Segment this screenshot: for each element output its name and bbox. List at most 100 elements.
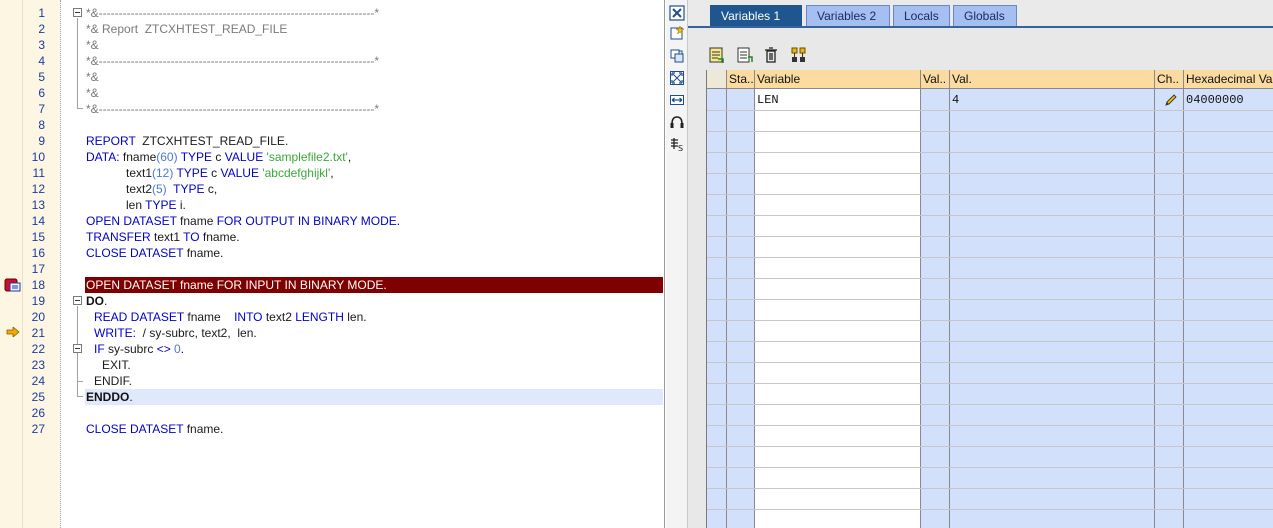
code-line-23[interactable]: 23 EXIT. <box>0 357 664 373</box>
variable-value-cell: 4 <box>952 93 960 107</box>
code-line-10[interactable]: 10 DATA: fname(60) TYPE c VALUE 'samplef… <box>0 149 664 165</box>
code-line-4[interactable]: 4 *&------------------------------------… <box>0 53 664 69</box>
code-line-11[interactable]: 11 text1(12) TYPE c VALUE 'abcdefghijkl'… <box>0 165 664 181</box>
code-line-12[interactable]: 12 text2(5) TYPE c, <box>0 181 664 197</box>
column-header[interactable]: Val. <box>950 70 1155 89</box>
code-text: WRITE: / sy-subrc, text2, len. <box>94 326 257 340</box>
insert-row-icon[interactable] <box>736 46 754 64</box>
code-text: len TYPE i. <box>126 198 186 212</box>
comment-text: *&--------------------------------------… <box>86 6 380 20</box>
code-line-24[interactable]: 24 ENDIF. <box>0 373 664 389</box>
row-divider <box>707 236 1273 237</box>
line-number: 9 <box>38 134 45 148</box>
tab-strip: Variables 1 Variables 2 Locals Globals <box>688 0 1273 28</box>
code-line-8[interactable]: 8 <box>0 117 664 133</box>
column-header[interactable]: Ch.. <box>1155 70 1184 89</box>
table-row[interactable]: LEN 4 04000000 <box>707 90 1273 110</box>
comment-text: *&--------------------------------------… <box>86 54 380 68</box>
close-icon[interactable] <box>669 5 685 21</box>
column-header[interactable]: Hexadecimal Value <box>1184 70 1273 89</box>
row-divider <box>707 110 1273 111</box>
code-text: CLOSE DATASET fname. <box>86 422 224 436</box>
variable-name-cell[interactable]: LEN <box>757 90 917 110</box>
code-line-5[interactable]: 5 *& <box>0 69 664 85</box>
tab-variables-2[interactable]: Variables 2 <box>806 5 890 26</box>
line-number: 6 <box>38 86 45 100</box>
service-icon[interactable] <box>669 114 685 130</box>
tab-locals[interactable]: Locals <box>893 5 950 26</box>
code-text: READ DATASET fname INTO text2 LENGTH len… <box>94 310 367 324</box>
code-text: text2(5) TYPE c, <box>126 182 218 196</box>
column-header[interactable]: Variable <box>755 70 921 89</box>
code-line-25[interactable]: 25 ENDDO. <box>0 389 664 405</box>
svg-text:S: S <box>678 144 683 152</box>
code-text: CLOSE DATASET fname. <box>86 246 224 260</box>
code-text: ENDDO. <box>86 390 133 404</box>
code-text: DO. <box>86 294 108 308</box>
line-number: 27 <box>31 422 45 436</box>
code-text: EXIT. <box>102 358 131 372</box>
corner-header[interactable] <box>707 70 727 89</box>
tab-globals[interactable]: Globals <box>953 5 1017 26</box>
code-line-13[interactable]: 13 len TYPE i. <box>0 197 664 213</box>
line-number: 13 <box>31 198 45 212</box>
code-line-1[interactable]: 1 *&------------------------------------… <box>0 5 664 21</box>
code-text: OPEN DATASET fname FOR INPUT IN BINARY M… <box>86 278 387 292</box>
replace-tool-icon[interactable] <box>669 48 685 64</box>
code-line-16[interactable]: 16 CLOSE DATASET fname. <box>0 245 664 261</box>
line-number: 18 <box>31 278 45 292</box>
column-header[interactable]: Sta.. <box>727 70 755 89</box>
code-line-7[interactable]: 7 *&------------------------------------… <box>0 101 664 117</box>
code-line-27[interactable]: 27 CLOSE DATASET fname. <box>0 421 664 437</box>
code-text: TRANSFER text1 TO fname. <box>86 230 240 244</box>
code-line-2[interactable]: 2 *& Report ZTCXHTEST_READ_FILE <box>0 21 664 37</box>
structure-icon[interactable] <box>790 46 808 64</box>
line-number: 3 <box>38 38 45 52</box>
line-number: 17 <box>31 262 45 276</box>
line-number: 11 <box>32 166 45 180</box>
new-tool-icon[interactable] <box>669 25 685 41</box>
desktop-toolbar: S <box>666 0 688 528</box>
delete-trash-icon[interactable] <box>762 46 780 64</box>
detail-view-icon[interactable] <box>708 46 726 64</box>
code-line-17[interactable]: 17 <box>0 261 664 277</box>
row-divider <box>707 446 1273 447</box>
code-line-14[interactable]: 14 OPEN DATASET fname FOR OUTPUT IN BINA… <box>0 213 664 229</box>
line-number: 5 <box>38 70 45 84</box>
row-divider <box>707 341 1273 342</box>
line-number: 8 <box>38 118 45 132</box>
swap-icon[interactable] <box>669 92 685 108</box>
code-line-18[interactable]: 18 OPEN DATASET fname FOR INPUT IN BINAR… <box>0 277 664 293</box>
code-text: REPORT ZTCXHTEST_READ_FILE. <box>86 134 289 148</box>
line-number: 12 <box>31 182 45 196</box>
line-number: 21 <box>31 326 45 340</box>
code-line-6[interactable]: 6 *& <box>0 85 664 101</box>
column-header[interactable]: Val.. <box>921 70 950 89</box>
code-line-19[interactable]: 19 DO. <box>0 293 664 309</box>
comment-text: *& <box>86 70 99 84</box>
row-divider <box>707 278 1273 279</box>
code-line-26[interactable]: 26 <box>0 405 664 421</box>
line-number: 25 <box>31 390 45 404</box>
line-number: 19 <box>31 294 45 308</box>
tab-variables-1[interactable]: Variables 1 <box>710 5 802 26</box>
code-line-21[interactable]: 21 WRITE: / sy-subrc, text2, len. <box>0 325 664 341</box>
code-line-9[interactable]: 9 REPORT ZTCXHTEST_READ_FILE. <box>0 133 664 149</box>
code-line-3[interactable]: 3 *& <box>0 37 664 53</box>
variables-grid[interactable]: Sta.. Variable Val.. Val. Ch.. Hexadecim… <box>706 70 1273 528</box>
row-divider <box>707 404 1273 405</box>
code-line-22[interactable]: 22 IF sy-subrc <> 0. <box>0 341 664 357</box>
row-divider <box>707 299 1273 300</box>
maximize-icon[interactable] <box>669 70 685 86</box>
line-number: 1 <box>38 6 45 20</box>
services-of-tool-icon[interactable]: S <box>669 136 685 152</box>
code-line-15[interactable]: 15 TRANSFER text1 TO fname. <box>0 229 664 245</box>
code-line-20[interactable]: 20 READ DATASET fname INTO text2 LENGTH … <box>0 309 664 325</box>
row-divider <box>707 425 1273 426</box>
row-divider <box>707 509 1273 510</box>
hex-value-cell: 04000000 <box>1186 93 1244 107</box>
row-divider <box>707 131 1273 132</box>
row-divider <box>707 215 1273 216</box>
abap-editor[interactable]: 1 *&------------------------------------… <box>0 0 665 528</box>
pencil-icon[interactable] <box>1164 93 1178 107</box>
